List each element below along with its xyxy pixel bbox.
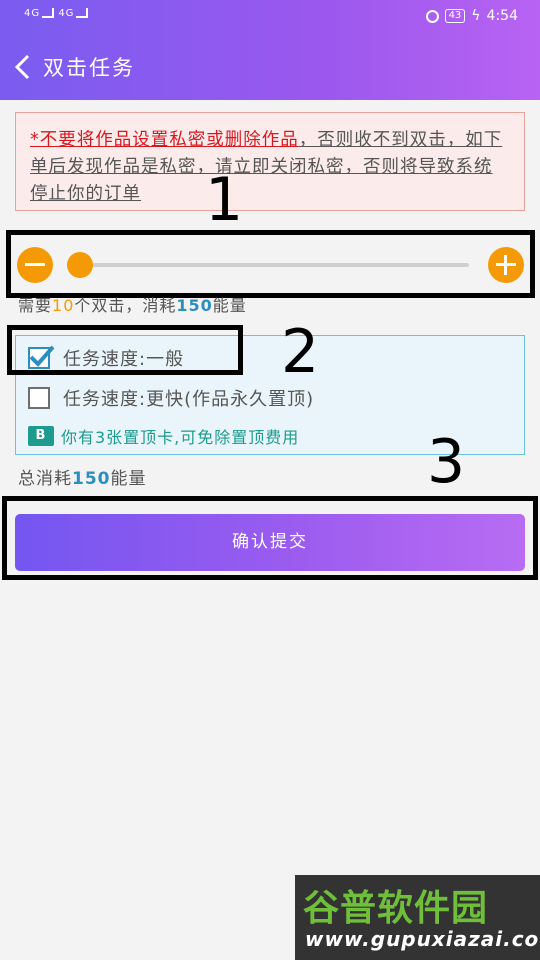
slider-track[interactable] — [69, 263, 469, 267]
quantity-slider — [6, 230, 535, 298]
need-count: 10 — [52, 296, 75, 315]
annotation-number-1: 1 — [205, 165, 244, 235]
annotation-box-2 — [7, 325, 243, 375]
watermark: 谷普软件园 www.gupuxiazai.com — [295, 875, 540, 960]
signal-icon — [42, 8, 55, 18]
watermark-url: www.gupuxiazai.com — [305, 927, 540, 951]
need-middle: 个双击，消耗 — [74, 296, 177, 315]
battery-icon: 43 — [444, 9, 466, 23]
signal-icon — [76, 8, 89, 18]
option-fast-speed[interactable]: 任务速度:更快(作品永久置顶) — [28, 386, 314, 410]
need-summary: 需要10个双击，消耗150能量 — [18, 292, 247, 316]
back-arrow-icon[interactable] — [12, 54, 38, 80]
alarm-icon — [425, 9, 439, 23]
charging-icon: ϟ — [471, 8, 481, 24]
need-prefix: 需要 — [18, 296, 53, 315]
app-bar: 双击任务 — [0, 34, 540, 100]
watermark-logo-text: 谷普软件园 — [303, 888, 489, 929]
decrease-button[interactable] — [17, 247, 53, 283]
network-label-1: 4G — [24, 8, 41, 19]
annotation-number-3: 3 — [427, 427, 466, 497]
total-prefix: 总消耗 — [18, 469, 72, 489]
top-card-info: B 你有3张置顶卡,可免除置顶费用 — [28, 424, 299, 448]
warning-notice: *不要将作品设置私密或删除作品，否则收不到双击，如下单后发现作品是私密，请立即关… — [15, 112, 525, 211]
slider-thumb[interactable] — [67, 252, 93, 278]
submit-button[interactable]: 确认提交 — [15, 514, 525, 571]
need-energy: 150 — [176, 296, 213, 315]
ticket-icon: B — [28, 426, 54, 446]
total-suffix: 能量 — [110, 469, 147, 489]
checkbox-fast[interactable] — [28, 387, 50, 409]
clock: 4:54 — [486, 8, 518, 24]
increase-button[interactable] — [488, 247, 524, 283]
annotation-box-3: 确认提交 — [2, 496, 538, 580]
option-fast-label: 任务速度:更快(作品永久置顶) — [63, 389, 315, 410]
page-title: 双击任务 — [43, 56, 135, 80]
signal-indicators: 4G 4G — [24, 8, 89, 19]
total-energy: 150 — [72, 469, 111, 489]
total-cost: 总消耗150能量 — [18, 464, 147, 489]
network-label-2: 4G — [58, 8, 75, 19]
top-card-text: 你有3张置顶卡,可免除置顶费用 — [61, 428, 300, 447]
annotation-number-2: 2 — [281, 317, 320, 387]
status-bar: 4G 4G 43 ϟ 4:54 — [0, 0, 540, 34]
status-right: 43 ϟ 4:54 — [425, 8, 518, 24]
notice-warning-text: *不要将作品设置私密或删除作品 — [30, 130, 299, 150]
need-suffix: 能量 — [212, 296, 247, 315]
